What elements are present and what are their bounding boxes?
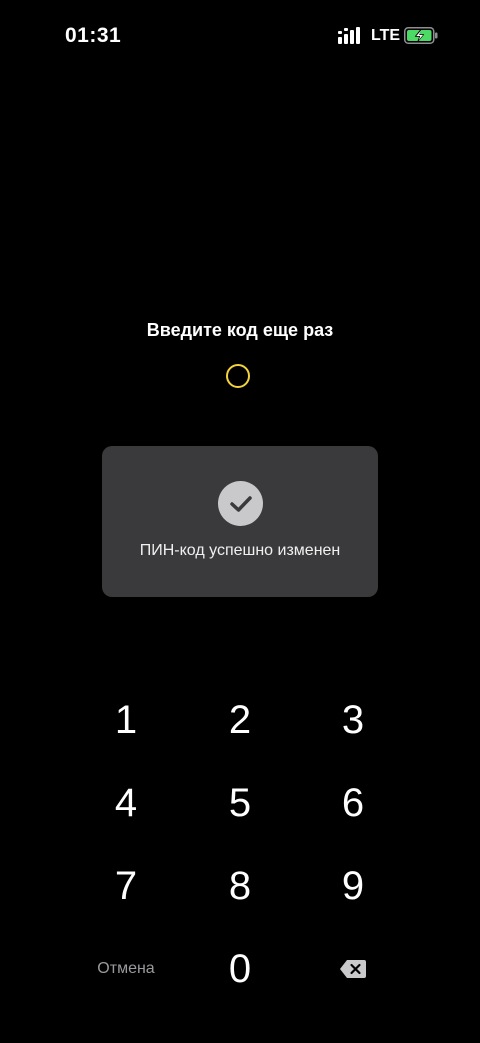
key-1[interactable]: 1 [76, 688, 176, 752]
status-bar: 01:31 LTE [0, 0, 480, 70]
checkmark-icon [218, 481, 263, 526]
backspace-icon [340, 960, 366, 978]
cancel-button[interactable]: Отмена [76, 937, 176, 1001]
key-3[interactable]: 3 [303, 688, 403, 752]
status-time: 01:31 [65, 24, 122, 47]
key-2[interactable]: 2 [190, 688, 290, 752]
backspace-button[interactable] [303, 937, 403, 1001]
success-toast: ПИН-код успешно изменен [102, 446, 378, 597]
pin-indicator-dot [226, 364, 250, 388]
network-label: LTE [371, 27, 401, 44]
key-7[interactable]: 7 [76, 854, 176, 918]
pin-prompt: Введите код еще раз [146, 320, 334, 340]
signal-icon [338, 27, 360, 44]
toast-message: ПИН-код успешно изменен [139, 542, 341, 559]
key-4[interactable]: 4 [76, 771, 176, 835]
key-8[interactable]: 8 [190, 854, 290, 918]
key-6[interactable]: 6 [303, 771, 403, 835]
key-0[interactable]: 0 [190, 937, 290, 1001]
key-5[interactable]: 5 [190, 771, 290, 835]
key-9[interactable]: 9 [303, 854, 403, 918]
battery-charging-icon [404, 27, 438, 44]
